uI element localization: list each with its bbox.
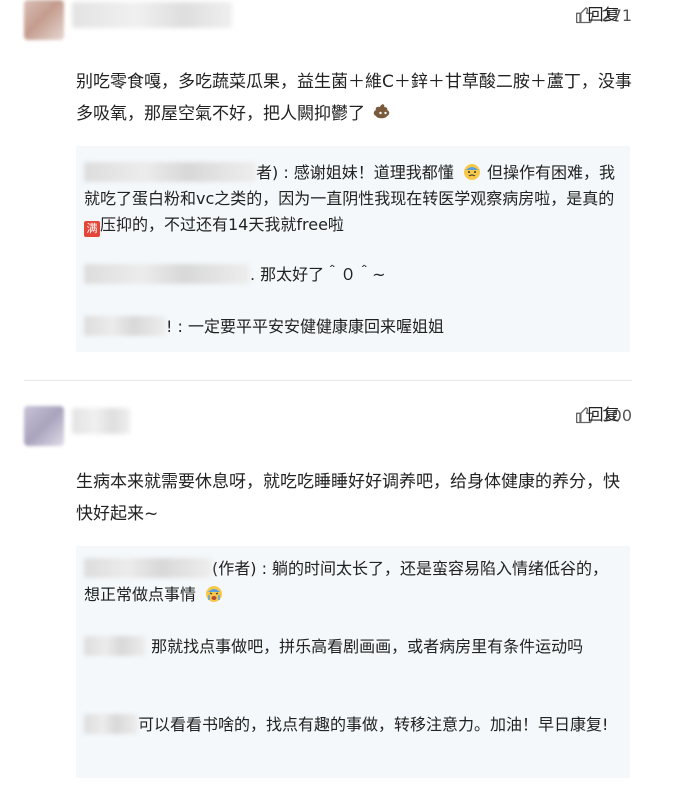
comment-divider [24,380,632,381]
reply-username-blurred[interactable] [84,162,256,182]
reply-text: . 那太好了＾０＾~ [250,265,386,284]
avatar[interactable] [24,406,64,446]
comment-text-content: 生病本来就需要休息呀，就吃吃睡睡好好调养吧，给身体健康的养分，快快好起来~ [76,472,620,524]
reply-username-blurred[interactable] [84,714,138,734]
comment-2: 生病本来就需要休息呀，就吃吃睡睡好好调养吧，给身体健康的养分，快快好起来~ (作… [0,388,673,778]
replies-box: 者) : 感谢姐妹！道理我都懂 但操作有困难，我就吃了蛋白粉和vc之类的，因为一… [76,146,630,352]
username-blurred[interactable] [72,408,130,434]
comment-1: 271 回复 别吃零食嘎，多吃蔬菜瓜果，益生菌＋維C＋鋅＋甘草酸二胺＋蘆丁，没事… [0,0,673,352]
comment-actions: 100 回复 [575,405,632,425]
replies-box: (作者) : 躺的时间太长了，还是蛮容易陷入情绪低谷的，想正常做点事情 那就找点… [76,546,630,778]
reply-text: ! : 一定要平平安安健健康康回来喔姐姐 [166,317,444,336]
hongbao-emoji: 满 [84,221,100,237]
reply-button[interactable]: 回复 [587,2,673,28]
comment-text: 别吃零食嘎，多吃蔬菜瓜果，益生菌＋維C＋鋅＋甘草酸二胺＋蘆丁，没事多吸氧，那屋空… [76,66,636,130]
reply-item: . 那太好了＾０＾~ [84,262,620,288]
reply-username-blurred[interactable] [84,636,146,656]
comment-actions: 271 回复 [575,5,632,25]
reply-text: 可以看看书啥的，找点有趣的事做，转移注意力。加油！早日康复! [138,715,609,734]
reply-item: 那就找点事做吧，拼乐高看剧画画，或者病房里有条件运动吗 [84,634,620,660]
crying-face-emoji [206,586,223,602]
reply-text-end: 压抑的，不过还有14天我就free啦 [100,215,344,234]
reply-item: (作者) : 躺的时间太长了，还是蛮容易陷入情绪低谷的，想正常做点事情 [84,556,620,608]
poop-emoji [374,104,390,119]
reply-item: 者) : 感谢姐妹！道理我都懂 但操作有困难，我就吃了蛋白粉和vc之类的，因为一… [84,160,620,238]
reply-text: 那就找点事做吧，拼乐高看剧画画，或者病房里有条件运动吗 [146,637,584,656]
comment-text: 生病本来就需要休息呀，就吃吃睡睡好好调养吧，给身体健康的养分，快快好起来~ [76,466,636,530]
avatar[interactable] [24,0,64,40]
comment-text-content: 别吃零食嘎，多吃蔬菜瓜果，益生菌＋維C＋鋅＋甘草酸二胺＋蘆丁，没事多吸氧，那屋空… [76,72,632,124]
reply-text: 者) : 感谢姐妹！道理我都懂 [256,163,454,182]
reply-item: 可以看看书啥的，找点有趣的事做，转移注意力。加油！早日康复! [84,712,620,738]
sweat-face-emoji [463,164,480,180]
comment-header [0,388,673,446]
reply-username-blurred[interactable] [84,558,212,578]
reply-username-blurred[interactable] [84,316,166,336]
reply-username-blurred[interactable] [84,264,250,284]
reply-item: ! : 一定要平平安安健健康康回来喔姐姐 [84,314,620,340]
username-blurred[interactable] [72,2,232,28]
comment-header [0,0,673,56]
reply-button[interactable]: 回复 [587,402,673,428]
